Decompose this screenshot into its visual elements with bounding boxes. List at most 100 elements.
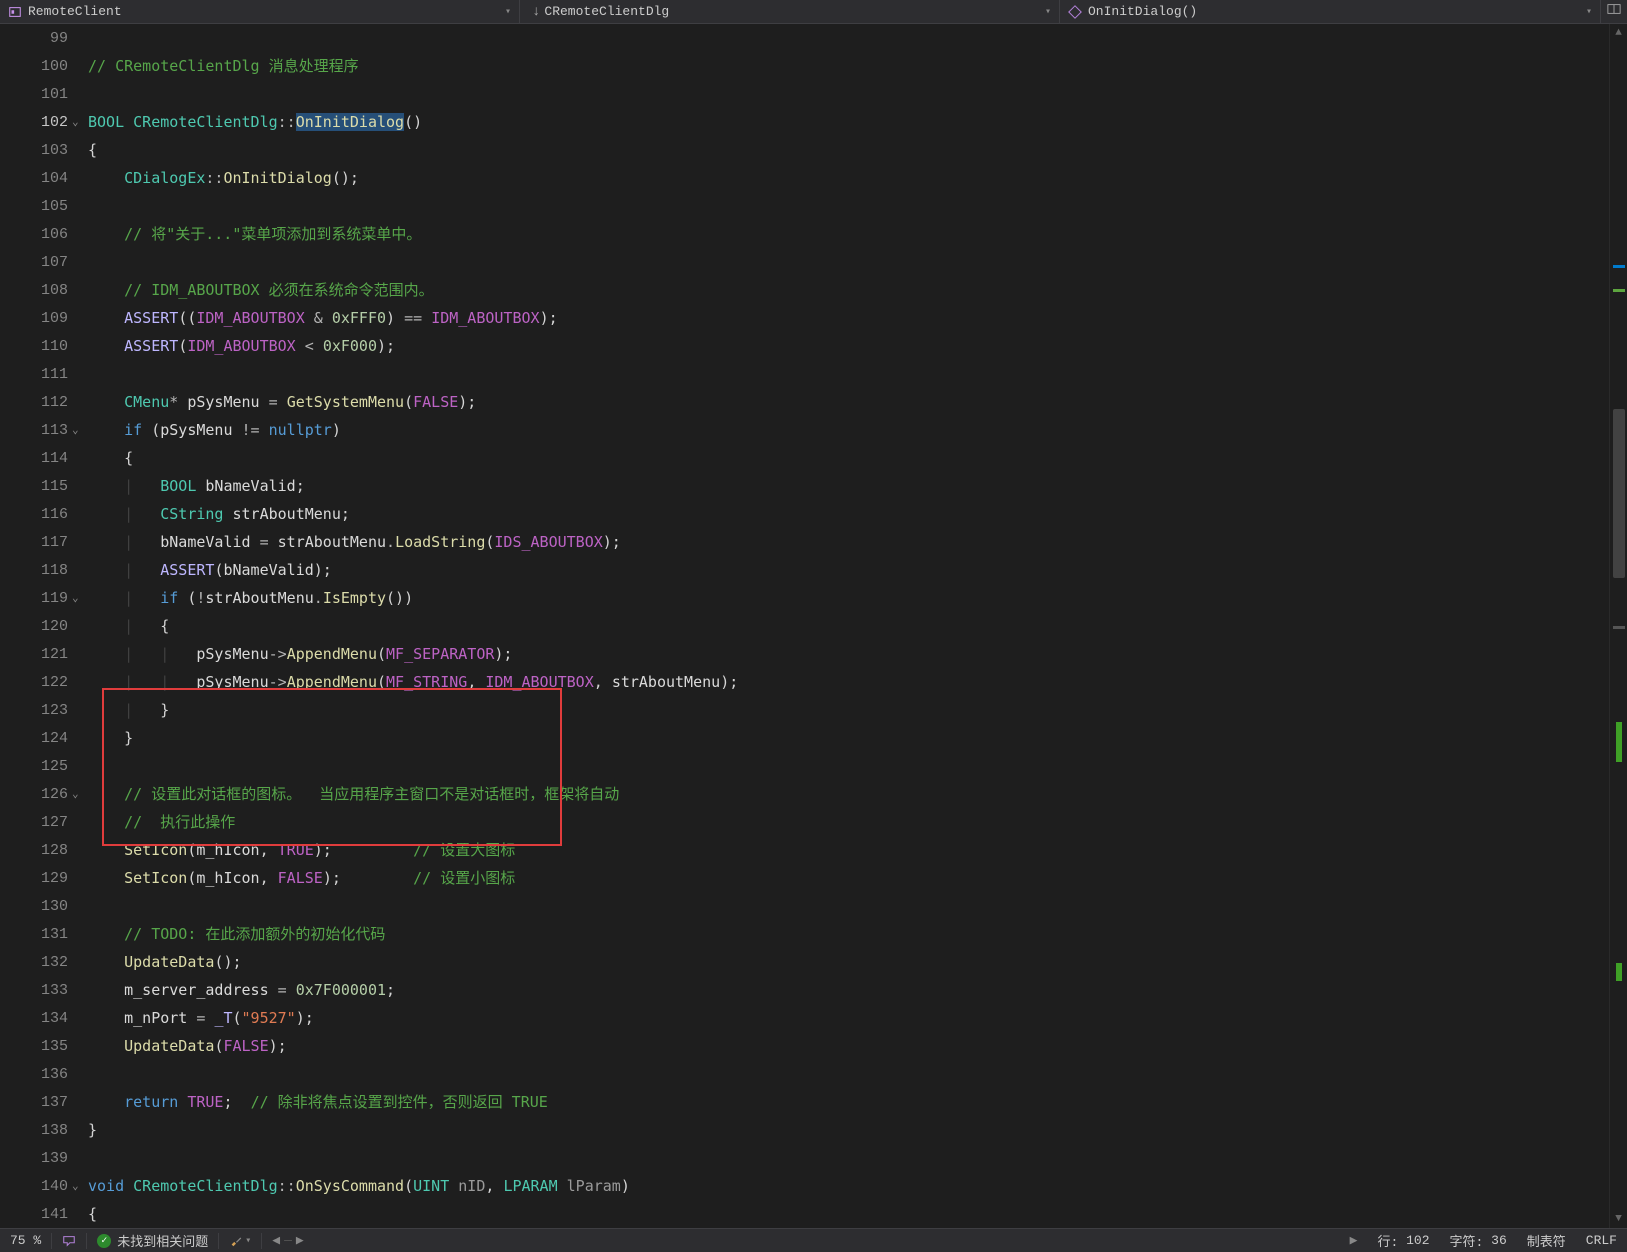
cursor-char[interactable]: 字符: 36 <box>1440 1229 1517 1252</box>
code-line[interactable]: m_server_address = 0x7F000001; <box>88 976 1609 1004</box>
breadcrumb-bar: RemoteClient ▾ ↓ CRemoteClientDlg ▾ OnIn… <box>0 0 1627 24</box>
code-line[interactable] <box>88 1060 1609 1088</box>
fold-toggle-icon[interactable]: ⌄ <box>72 1179 79 1193</box>
code-line[interactable] <box>88 248 1609 276</box>
code-line[interactable]: { <box>88 136 1609 164</box>
code-line[interactable]: | | pSysMenu->AppendMenu(MF_SEPARATOR); <box>88 640 1609 668</box>
code-line[interactable] <box>88 360 1609 388</box>
line-number: 118 <box>0 556 68 584</box>
code-line[interactable] <box>88 1144 1609 1172</box>
line-number: 119⌄ <box>0 584 68 612</box>
line-number: 141 <box>0 1200 68 1228</box>
scroll-up-arrow[interactable]: ▲ <box>1610 24 1627 42</box>
breadcrumb-project[interactable]: RemoteClient ▾ <box>0 0 520 23</box>
code-line[interactable]: // 设置此对话框的图标。 当应用程序主窗口不是对话框时，框架将自动 <box>88 780 1609 808</box>
line-number: 104 <box>0 164 68 192</box>
project-icon <box>8 5 22 19</box>
code-line[interactable]: SetIcon(m_hIcon, FALSE); // 设置小图标 <box>88 864 1609 892</box>
code-line[interactable]: CMenu* pSysMenu = GetSystemMenu(FALSE); <box>88 388 1609 416</box>
line-number: 127 <box>0 808 68 836</box>
feedback-icon[interactable] <box>52 1229 86 1252</box>
chevron-down-icon: ▾ <box>1045 6 1051 18</box>
code-line[interactable]: | } <box>88 696 1609 724</box>
code-line[interactable]: ASSERT(IDM_ABOUTBOX < 0xF000); <box>88 332 1609 360</box>
cursor-line[interactable]: 行: 102 <box>1368 1229 1440 1252</box>
code-line[interactable] <box>88 192 1609 220</box>
line-number: 129 <box>0 864 68 892</box>
line-number-gutter: 99100101102⌄1031041051061071081091101111… <box>0 24 88 1228</box>
code-line[interactable]: { <box>88 444 1609 472</box>
zoom-level[interactable]: 75 % <box>0 1229 51 1252</box>
line-number: 116 <box>0 500 68 528</box>
scroll-marker <box>1613 265 1625 268</box>
line-number: 134 <box>0 1004 68 1032</box>
nav-line: — <box>284 1233 292 1248</box>
code-line[interactable]: m_nPort = _T("9527"); <box>88 1004 1609 1032</box>
split-editor-icon[interactable] <box>1601 2 1627 21</box>
breadcrumb-class-label: CRemoteClientDlg <box>544 4 1045 19</box>
breadcrumb-class[interactable]: ↓ CRemoteClientDlg ▾ <box>520 0 1060 23</box>
code-line[interactable]: CDialogEx::OnInitDialog(); <box>88 164 1609 192</box>
fold-toggle-icon[interactable]: ⌄ <box>72 115 79 129</box>
code-line[interactable]: | BOOL bNameValid; <box>88 472 1609 500</box>
code-line[interactable]: // 执行此操作 <box>88 808 1609 836</box>
code-line[interactable]: // IDM_ABOUTBOX 必须在系统命令范围内。 <box>88 276 1609 304</box>
nav-controls: ◀ — ▶ <box>262 1233 313 1248</box>
scroll-down-arrow[interactable]: ▼ <box>1610 1210 1627 1228</box>
code-line[interactable]: UpdateData(); <box>88 948 1609 976</box>
code-line[interactable]: return TRUE; // 除非将焦点设置到控件，否则返回 TRUE <box>88 1088 1609 1116</box>
line-number: 107 <box>0 248 68 276</box>
code-line[interactable]: ASSERT((IDM_ABOUTBOX & 0xFFF0) == IDM_AB… <box>88 304 1609 332</box>
line-number: 117 <box>0 528 68 556</box>
code-line[interactable]: SetIcon(m_hIcon, TRUE); // 设置大图标 <box>88 836 1609 864</box>
line-number: 132 <box>0 948 68 976</box>
line-ending[interactable]: CRLF <box>1576 1229 1627 1252</box>
code-line[interactable]: | ASSERT(bNameValid); <box>88 556 1609 584</box>
breadcrumb-method-label: OnInitDialog() <box>1088 4 1586 19</box>
fold-toggle-icon[interactable]: ⌄ <box>72 787 79 801</box>
line-number: 115 <box>0 472 68 500</box>
line-number: 99 <box>0 24 68 52</box>
fold-toggle-icon[interactable]: ⌄ <box>72 591 79 605</box>
line-number: 103 <box>0 136 68 164</box>
code-content[interactable]: // CRemoteClientDlg 消息处理程序 BOOL CRemoteC… <box>88 24 1609 1228</box>
fold-toggle-icon[interactable]: ⌄ <box>72 423 79 437</box>
code-line[interactable] <box>88 892 1609 920</box>
nav-play-icon[interactable]: ▶ <box>1340 1229 1368 1252</box>
line-number: 105 <box>0 192 68 220</box>
code-line[interactable]: | bNameValid = strAboutMenu.LoadString(I… <box>88 528 1609 556</box>
code-line[interactable] <box>88 24 1609 52</box>
scroll-thumb[interactable] <box>1613 409 1625 578</box>
code-line[interactable]: // CRemoteClientDlg 消息处理程序 <box>88 52 1609 80</box>
indent-mode[interactable]: 制表符 <box>1517 1229 1576 1252</box>
brush-icon[interactable]: ▾ <box>219 1229 261 1252</box>
code-line[interactable]: } <box>88 1116 1609 1144</box>
line-number: 139 <box>0 1144 68 1172</box>
code-line[interactable]: | { <box>88 612 1609 640</box>
code-line[interactable] <box>88 752 1609 780</box>
code-line[interactable]: UpdateData(FALSE); <box>88 1032 1609 1060</box>
code-line[interactable]: } <box>88 724 1609 752</box>
code-line[interactable]: // TODO: 在此添加额外的初始化代码 <box>88 920 1609 948</box>
check-circle-icon <box>97 1234 111 1248</box>
code-line[interactable]: if (pSysMenu != nullptr) <box>88 416 1609 444</box>
breadcrumb-project-label: RemoteClient <box>28 4 505 19</box>
nav-prev-icon[interactable]: ◀ <box>268 1233 284 1248</box>
issues-status[interactable]: 未找到相关问题 <box>87 1229 218 1252</box>
line-number: 125 <box>0 752 68 780</box>
nav-next-icon[interactable]: ▶ <box>292 1233 308 1248</box>
code-line[interactable] <box>88 80 1609 108</box>
code-line[interactable]: // 将"关于..."菜单项添加到系统菜单中。 <box>88 220 1609 248</box>
line-number: 140⌄ <box>0 1172 68 1200</box>
vertical-scrollbar[interactable]: ▲ ▼ <box>1609 24 1627 1228</box>
code-line[interactable]: | CString strAboutMenu; <box>88 500 1609 528</box>
code-line[interactable]: void CRemoteClientDlg::OnSysCommand(UINT… <box>88 1172 1609 1200</box>
scroll-marker <box>1613 289 1625 292</box>
breadcrumb-method[interactable]: OnInitDialog() ▾ <box>1060 0 1601 23</box>
code-line[interactable]: | | pSysMenu->AppendMenu(MF_STRING, IDM_… <box>88 668 1609 696</box>
code-line[interactable]: { <box>88 1200 1609 1228</box>
code-line[interactable]: | if (!strAboutMenu.IsEmpty()) <box>88 584 1609 612</box>
method-icon <box>1068 5 1082 19</box>
code-line[interactable]: BOOL CRemoteClientDlg::OnInitDialog() <box>88 108 1609 136</box>
line-number: 101 <box>0 80 68 108</box>
